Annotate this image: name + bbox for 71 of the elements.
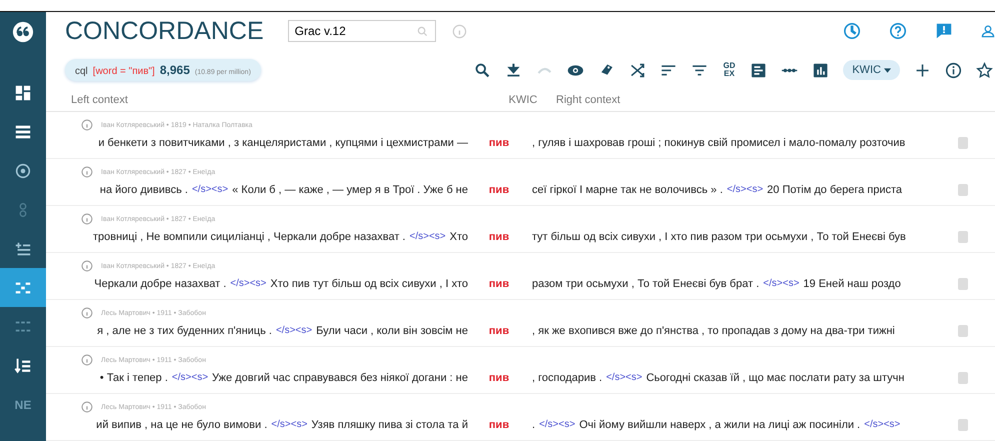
right-context-text: сеї гіркої І марне так не волочивсь » . <box>532 184 723 196</box>
sentence-tag: </s><s> <box>864 418 900 431</box>
left-context-text: • Так і тепер . <box>100 372 168 384</box>
star-icon[interactable] <box>976 62 993 79</box>
column-header: Left context <box>70 94 129 106</box>
left-context-text: Черкали добре назахват . <box>94 278 226 290</box>
ne-menu-item[interactable]: NE <box>0 385 46 424</box>
page-title: CONCORDANCE <box>65 16 264 46</box>
download-icon[interactable] <box>505 62 522 79</box>
quote-logo-icon <box>12 21 34 43</box>
keyword[interactable]: пив <box>472 136 526 149</box>
column-header: KWIC <box>508 94 538 106</box>
right-context-text: Сьогодні сказав їй , що має послати рату за штучн <box>646 372 904 384</box>
chart-icon[interactable] <box>812 62 830 79</box>
right-context-text: разом три осьмухи , То той Енеєві був брат . <box>532 278 760 290</box>
search-icon[interactable] <box>474 62 492 79</box>
sentence-tag: </s><s> <box>539 418 576 431</box>
info-icon[interactable] <box>945 62 962 79</box>
column-header: Right context <box>555 94 620 106</box>
right-context-text: тут більш од всіх сивухи , І хто пив разом три осьмухи , То той Енеєві був <box>532 230 906 243</box>
gdex-button[interactable]: GD EX <box>722 62 736 78</box>
add-list-icon <box>14 240 32 258</box>
left-context-text: тровниці , Не вомпили сициліанці , Черкали добре назахват . <box>92 230 406 243</box>
left-context-text: « Коли б , — каже , — умер я в Трої . Уже б не <box>232 184 468 196</box>
sort-list-icon <box>14 356 32 374</box>
left-context-text: Хто пив тут більш од всіх сивухи , І хто <box>270 278 468 290</box>
list-icon <box>14 122 32 140</box>
sentence-tag: </s><s> <box>409 230 446 243</box>
keyword[interactable]: пив <box>472 372 526 384</box>
right-context-text: . <box>532 418 536 431</box>
right-context-text: , як же вхопився вже до п'янства , то пропадав з дому на два-три тижні <box>532 324 895 337</box>
sentence-tag: </s><s> <box>726 184 764 196</box>
left-context-text: Узяв пляшку пива зі стола та й <box>311 418 468 431</box>
right-context-text: , гуляв і шахровав гроші ; покинув свій промисел і мало-помалу розточив <box>532 136 906 149</box>
right-context-text: Очі йому вийшли наверх , а жили на лиці аж посиніли . <box>579 418 860 431</box>
dashboard-icon <box>14 84 32 102</box>
query-expression: [word = "пив"] <box>92 66 155 78</box>
view-mode-dropdown[interactable]: KWIC <box>843 60 900 80</box>
sentence-tag: </s><s> <box>763 278 800 290</box>
sentence-tag: </s><s> <box>276 324 312 337</box>
keyword[interactable]: пив <box>472 230 526 243</box>
target-icon <box>14 162 32 180</box>
sentence-tag: </s><s> <box>271 418 308 431</box>
keyword[interactable]: пив <box>472 418 526 431</box>
query-type: cql <box>75 66 88 78</box>
right-context-text: 20 Потім до берега приста <box>767 184 902 196</box>
left-context-text: ий випив , на це не було вимови . <box>96 418 268 431</box>
keyword[interactable]: пив <box>472 278 526 290</box>
left-context-text: Були часи , коли він зовсім не <box>316 324 468 337</box>
keyword[interactable]: пив <box>472 324 526 337</box>
sentence-tag: </s><s> <box>172 372 208 384</box>
doc-icon[interactable] <box>750 62 768 79</box>
sentence-tag: </s><s> <box>192 184 228 196</box>
corpus-field[interactable]: Grac v.12 <box>288 20 436 42</box>
caret-icon <box>884 68 891 74</box>
help-icon[interactable] <box>889 22 907 40</box>
right-context-text: , господарив . <box>532 372 602 384</box>
left-context-text: и бенкети з повитчиками , з канцеляристами , купцями і цехмистрами — <box>98 136 468 149</box>
sentence-tag: </s><s> <box>230 278 266 290</box>
shuffle-icon[interactable] <box>629 62 646 79</box>
plus-icon[interactable] <box>914 62 931 79</box>
keyword[interactable]: пив <box>472 184 526 196</box>
left-context-text: Уже довгий час справувався без ніякої догани : не <box>212 372 468 384</box>
left-context-text: на його дививсь . <box>100 184 188 196</box>
sentence-tag: </s><s> <box>606 372 642 384</box>
left-context-text: я , але не з тих буденних п'яниць . <box>97 324 272 337</box>
right-context-text: 19 Еней наш роздо <box>803 278 901 290</box>
hit-count: 8,965 <box>160 63 190 78</box>
clock-icon[interactable] <box>843 22 861 40</box>
feedback-icon[interactable] <box>935 22 953 40</box>
left-context-text: Хто <box>450 230 468 243</box>
